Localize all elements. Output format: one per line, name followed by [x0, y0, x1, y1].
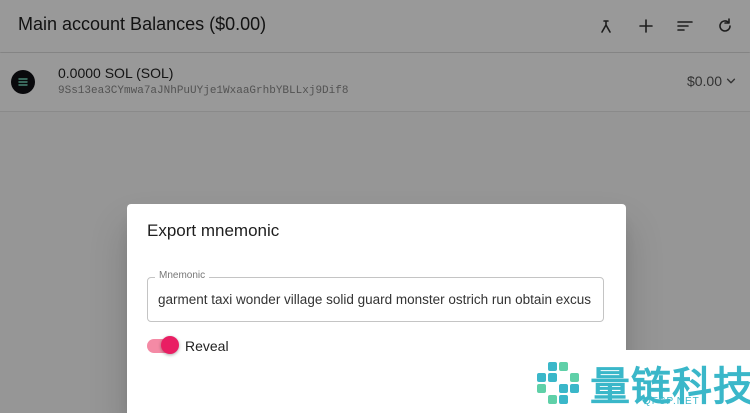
- reveal-switch[interactable]: [147, 336, 179, 354]
- watermark-subtext: QFSP.NET: [643, 396, 700, 407]
- reveal-label: Reveal: [185, 338, 229, 354]
- dialog-title: Export mnemonic: [147, 221, 280, 240]
- mnemonic-value[interactable]: garment taxi wonder village solid guard …: [158, 292, 595, 307]
- switch-thumb: [161, 336, 179, 354]
- mnemonic-field-label: Mnemonic: [155, 270, 210, 281]
- watermark: 量链科技 QFSP.NET: [528, 350, 750, 413]
- mnemonic-field[interactable]: Mnemonic garment taxi wonder village sol…: [147, 270, 604, 322]
- reveal-toggle[interactable]: Reveal: [147, 335, 229, 357]
- watermark-logo-icon: [537, 362, 579, 404]
